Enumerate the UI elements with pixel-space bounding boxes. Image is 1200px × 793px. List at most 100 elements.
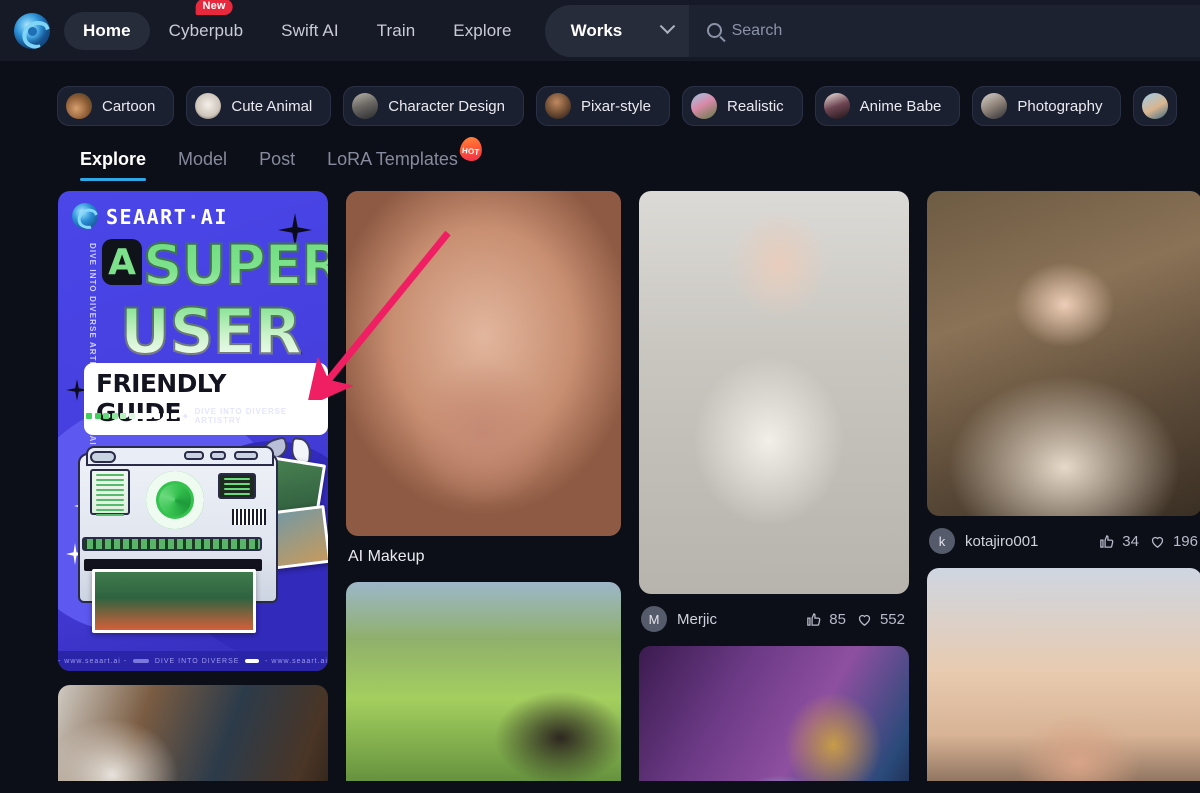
chip-overflow[interactable] — [1133, 86, 1178, 126]
chip-photography[interactable]: Photography — [972, 86, 1122, 126]
artwork-thumbnail — [58, 685, 328, 781]
tab-post[interactable]: Post — [259, 149, 295, 181]
nav-item-swift-ai-label: Swift AI — [281, 20, 339, 40]
heart-count: 552 — [879, 610, 905, 628]
search-icon — [706, 23, 722, 38]
heart-icon — [1151, 536, 1164, 548]
card-image[interactable] — [639, 646, 909, 781]
artwork-thumbnail — [927, 568, 1200, 781]
seaart-logo-icon[interactable] — [14, 12, 50, 49]
tab-lora-templates-label: LoRA Templates — [327, 149, 458, 169]
card-ai-makeup[interactable]: AI Makeup — [346, 191, 621, 568]
nav-item-explore[interactable]: Explore — [434, 12, 530, 50]
card-meta-row: M Merjic 85 552 — [639, 594, 909, 632]
banner-footer-strip: - www.seaart.ai - DIVE INTO DIVERSE - ww… — [58, 651, 328, 671]
artwork-thumbnail — [346, 582, 621, 781]
tab-model[interactable]: Model — [178, 149, 227, 181]
card-image[interactable] — [639, 191, 909, 594]
chip-label: Cute Animal — [231, 97, 313, 115]
hot-badge-label: HOT — [461, 145, 480, 157]
banner-artwork: SEAART·AI DIVE INTO DIVERSE ARTISTRY SEA… — [58, 191, 328, 671]
artwork-thumbnail — [346, 191, 621, 536]
avatar[interactable]: k — [929, 528, 955, 554]
works-dropdown[interactable]: Works — [544, 4, 689, 57]
banner-letter-a: A — [102, 239, 142, 285]
chip-label: Photography — [1017, 97, 1103, 115]
content-grid: SEAART·AI DIVE INTO DIVERSE ARTISTRY SEA… — [0, 181, 1200, 781]
like-count: 34 — [1122, 532, 1139, 550]
search-bar[interactable]: Search — [688, 4, 1200, 57]
camera-button — [210, 451, 226, 460]
grid-column-1: SEAART·AI DIVE INTO DIVERSE ARTISTRY SEA… — [58, 191, 328, 781]
nav-item-train[interactable]: Train — [358, 12, 435, 50]
card-sunset[interactable] — [927, 568, 1200, 781]
chip-label: Pixar-style — [580, 97, 651, 115]
barcode-icon — [232, 509, 266, 525]
promo-banner-card[interactable]: SEAART·AI DIVE INTO DIVERSE ARTISTRY SEA… — [58, 191, 328, 671]
chip-avatar-icon — [823, 93, 850, 119]
content-tabs: Explore Model Post LoRA Templates HOT — [0, 133, 1200, 181]
grid-column-4: k kotajiro001 34 196 — [927, 191, 1200, 781]
chip-label: Realistic — [726, 97, 784, 115]
banner-logo-icon — [72, 203, 98, 229]
card-fractal[interactable] — [639, 646, 909, 781]
heart-icon — [858, 614, 871, 626]
card-image[interactable] — [346, 191, 621, 536]
camera-screen — [90, 469, 130, 516]
nav-item-cyberpub-label: Cyberpub — [168, 20, 244, 40]
carousel-dot-active[interactable] — [245, 659, 260, 663]
avatar[interactable]: M — [641, 606, 667, 632]
card-image[interactable] — [927, 191, 1200, 516]
chip-pixar-style[interactable]: Pixar-style — [535, 86, 670, 126]
nav-item-cyberpub[interactable]: New Cyberpub — [150, 0, 263, 50]
author-name[interactable]: kotajiro001 — [965, 533, 1088, 550]
chip-cute-animal[interactable]: Cute Animal — [186, 86, 332, 126]
camera-mini-display — [218, 473, 256, 499]
nav-item-swift-ai[interactable]: Swift AI — [262, 12, 358, 50]
grid-column-2: AI Makeup — [346, 191, 621, 781]
tab-lora-templates[interactable]: LoRA Templates HOT — [327, 135, 484, 181]
card-merjic[interactable]: M Merjic 85 552 — [639, 191, 909, 632]
card-image[interactable] — [927, 568, 1200, 781]
banner-footer-left: - www.seaart.ai - — [58, 657, 128, 665]
banner-plus-icon: ✦ — [182, 411, 190, 421]
card-forest[interactable] — [346, 582, 621, 781]
thumbs-up-icon — [1100, 534, 1114, 548]
nav-item-home[interactable]: Home — [64, 11, 150, 50]
tab-post-label: Post — [259, 149, 296, 169]
nav-item-home-label: Home — [83, 20, 131, 40]
camera-keyboard — [82, 537, 262, 551]
main-nav-items: Home New Cyberpub Swift AI Train Explore — [64, 0, 531, 50]
like-stat[interactable]: 85 — [805, 611, 846, 628]
heart-stat[interactable]: 196 — [1149, 533, 1198, 550]
works-dropdown-label: Works — [570, 20, 623, 40]
chip-avatar-icon — [1142, 93, 1169, 119]
category-chip-row: Cartoon Cute Animal Character Design Pix… — [0, 61, 1200, 133]
chevron-down-icon — [659, 18, 675, 35]
chip-label: Anime Babe — [859, 97, 942, 115]
card-image[interactable] — [346, 582, 621, 781]
chip-cartoon[interactable]: Cartoon — [57, 86, 175, 126]
hot-badge: HOT — [458, 135, 484, 164]
card-title: AI Makeup — [348, 548, 425, 565]
carousel-dot[interactable] — [133, 659, 149, 663]
artwork-thumbnail — [927, 191, 1200, 516]
artwork-thumbnail — [639, 191, 909, 594]
nav-item-explore-label: Explore — [453, 20, 512, 40]
tab-explore[interactable]: Explore — [80, 149, 147, 181]
chip-realistic[interactable]: Realistic — [681, 86, 803, 126]
chip-anime-babe[interactable]: Anime Babe — [814, 86, 961, 126]
like-stat[interactable]: 34 — [1098, 533, 1139, 550]
chip-avatar-icon — [66, 93, 92, 119]
card-butterfly[interactable] — [58, 685, 328, 781]
artwork-thumbnail — [639, 646, 909, 781]
card-image[interactable] — [58, 685, 328, 781]
chip-avatar-icon — [981, 93, 1008, 119]
chip-character-design[interactable]: Character Design — [343, 86, 524, 126]
heart-stat[interactable]: 552 — [856, 611, 905, 628]
card-meta-row: k kotajiro001 34 196 — [927, 516, 1200, 554]
author-name[interactable]: Merjic — [677, 611, 795, 628]
card-kotajiro001[interactable]: k kotajiro001 34 196 — [927, 191, 1200, 554]
camera-illustration — [78, 446, 278, 633]
search-input[interactable]: Search — [732, 22, 783, 40]
